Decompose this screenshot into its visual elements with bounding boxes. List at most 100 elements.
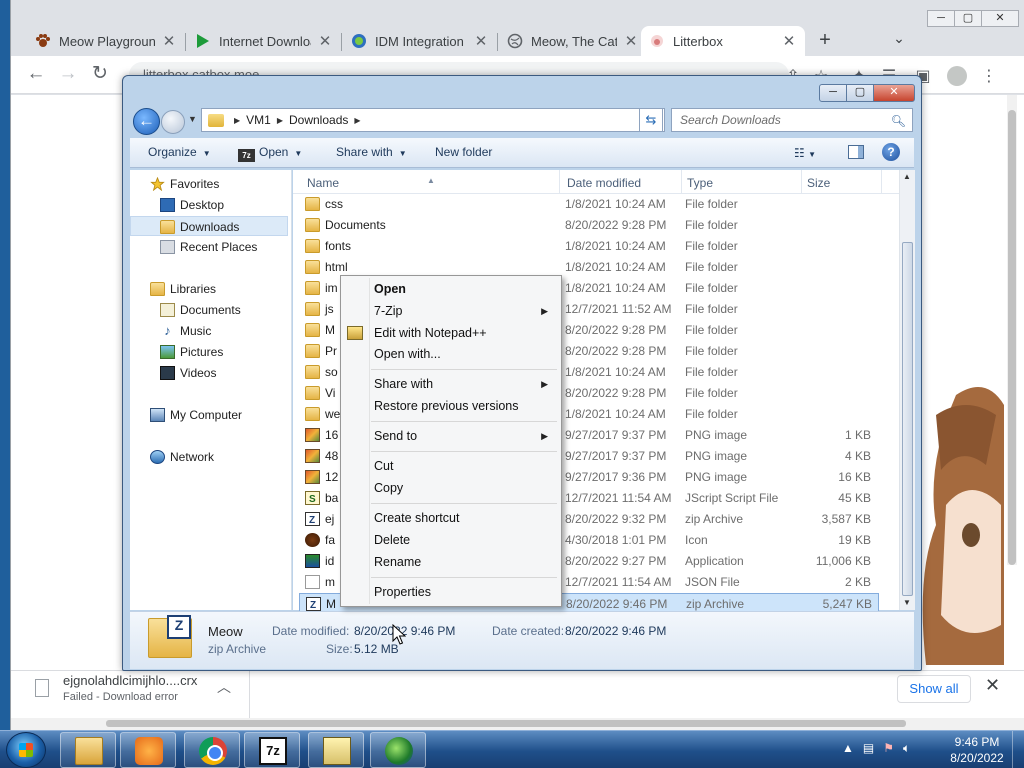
- close-window-button[interactable]: ✕: [981, 10, 1019, 27]
- organize-button[interactable]: Organize ▼: [148, 145, 211, 159]
- nav-network[interactable]: Network: [130, 447, 288, 467]
- scrollbar-thumb[interactable]: [106, 720, 906, 727]
- taskbar-notepad-plus-plus[interactable]: [308, 732, 364, 768]
- volume-icon[interactable]: 🔈︎: [903, 741, 910, 756]
- breadcrumb[interactable]: ▶ VM1 ▶ Downloads ▶ ▼: [201, 108, 665, 132]
- menu-item-rename[interactable]: Rename: [374, 552, 554, 572]
- close-icon[interactable]: ✕: [161, 32, 177, 50]
- horizontal-scrollbar[interactable]: [11, 718, 1024, 730]
- menu-item-create-shortcut[interactable]: Create shortcut: [374, 508, 554, 528]
- menu-item-open[interactable]: Open: [374, 279, 554, 299]
- new-tab-button[interactable]: +: [811, 28, 839, 54]
- menu-kebab-icon[interactable]: ⋮: [979, 66, 999, 85]
- minimize-button[interactable]: ─: [927, 10, 955, 27]
- start-button[interactable]: [6, 732, 46, 768]
- show-all-button[interactable]: Show all: [897, 675, 971, 703]
- close-icon[interactable]: ✕: [781, 32, 797, 50]
- tab-meow-the-cat-pet[interactable]: Meow, The Cat Pet ✕: [499, 26, 647, 56]
- menu-item-edit-notepad[interactable]: Edit with Notepad++: [374, 323, 554, 343]
- file-list-scrollbar[interactable]: ▲ ▼: [899, 170, 915, 610]
- column-divider[interactable]: [801, 170, 802, 194]
- nav-favorites[interactable]: Favorites: [130, 174, 288, 194]
- nav-documents[interactable]: Documents: [130, 300, 288, 320]
- nav-downloads[interactable]: Downloads: [130, 216, 288, 236]
- table-row[interactable]: fonts 1/8/2021 10:24 AM File folder: [299, 236, 879, 257]
- nav-music[interactable]: ♪ Music: [130, 321, 288, 341]
- search-input[interactable]: Search Downloads 🔍︎: [671, 108, 913, 132]
- chevron-up-icon[interactable]: ︿: [217, 677, 231, 697]
- tab-meow-playground[interactable]: Meow Playground ✕: [27, 26, 186, 56]
- forward-arrow-icon[interactable]: [161, 110, 185, 134]
- new-folder-button[interactable]: New folder: [435, 145, 492, 159]
- nav-videos[interactable]: Videos: [130, 363, 288, 383]
- taskbar-explorer[interactable]: [60, 732, 116, 768]
- menu-item-share-with[interactable]: Share with ▶: [374, 374, 554, 394]
- close-icon[interactable]: ✕: [473, 32, 489, 50]
- tab-litterbox[interactable]: Litterbox ✕: [641, 26, 805, 56]
- tray-expand-icon[interactable]: ▲: [842, 741, 854, 756]
- column-divider[interactable]: [881, 170, 882, 194]
- nav-recent-places[interactable]: Recent Places: [130, 237, 288, 257]
- table-row[interactable]: Documents 8/20/2022 9:28 PM File folder: [299, 215, 879, 236]
- menu-item-copy[interactable]: Copy: [374, 478, 554, 498]
- tab-idm-integration[interactable]: IDM Integration Module ✕: [343, 26, 498, 56]
- help-icon[interactable]: ?: [882, 143, 900, 161]
- forward-arrow-icon[interactable]: →: [57, 64, 79, 86]
- profile-avatar[interactable]: [947, 66, 967, 86]
- menu-item-properties[interactable]: Properties: [374, 582, 554, 602]
- column-size[interactable]: Size: [807, 176, 830, 190]
- maximize-button[interactable]: ▢: [954, 10, 982, 27]
- close-icon[interactable]: ✕: [985, 675, 1000, 696]
- table-row[interactable]: css 1/8/2021 10:24 AM File folder: [299, 194, 879, 215]
- menu-item-send-to[interactable]: Send to ▶: [374, 426, 554, 446]
- tab-internet-download-manager[interactable]: Internet Download Manager ✕: [187, 26, 342, 56]
- scroll-down-arrow-icon[interactable]: ▼: [903, 598, 911, 607]
- close-icon[interactable]: ✕: [623, 32, 639, 50]
- column-name[interactable]: Name: [307, 176, 339, 190]
- menu-item-delete[interactable]: Delete: [374, 530, 554, 550]
- chevron-right-icon[interactable]: ▶: [277, 116, 283, 125]
- menu-item-restore-previous-versions[interactable]: Restore previous versions: [374, 396, 554, 416]
- search-icon[interactable]: 🔍︎: [891, 110, 906, 132]
- scrollbar-thumb[interactable]: [902, 242, 913, 596]
- refresh-icon[interactable]: ⇆: [639, 108, 663, 132]
- preview-pane-icon[interactable]: [848, 145, 864, 159]
- view-options-icon[interactable]: ☷ ▼: [794, 146, 816, 160]
- nav-libraries[interactable]: Libraries: [130, 279, 288, 299]
- share-with-button[interactable]: Share with ▼: [336, 145, 407, 159]
- back-arrow-icon[interactable]: ←: [25, 64, 47, 86]
- chevron-down-icon[interactable]: ⌄: [887, 30, 911, 52]
- chevron-down-icon[interactable]: ▼: [188, 114, 197, 124]
- breadcrumb-item-downloads[interactable]: Downloads: [289, 113, 348, 127]
- menu-item-7zip[interactable]: 7-Zip ▶: [374, 301, 554, 321]
- breadcrumb-item-vm1[interactable]: VM1: [246, 113, 271, 127]
- taskbar-media-player[interactable]: [120, 732, 176, 768]
- column-divider[interactable]: [559, 170, 560, 194]
- action-center-icon[interactable]: ⚑: [883, 741, 894, 756]
- chevron-right-icon[interactable]: ▶: [234, 116, 240, 125]
- back-arrow-icon[interactable]: ←: [133, 108, 160, 135]
- taskbar-idm[interactable]: [370, 732, 426, 768]
- reload-icon[interactable]: ↻: [89, 64, 111, 86]
- taskbar-7zip[interactable]: 7z: [244, 732, 300, 768]
- scrollbar-thumb[interactable]: [1008, 110, 1016, 565]
- scroll-up-arrow-icon[interactable]: ▲: [903, 172, 911, 181]
- chevron-right-icon[interactable]: ▶: [354, 116, 360, 125]
- close-window-button[interactable]: ✕: [873, 84, 915, 102]
- menu-item-cut[interactable]: Cut: [374, 456, 554, 476]
- taskbar-chrome[interactable]: [184, 732, 240, 768]
- nav-pictures[interactable]: Pictures: [130, 342, 288, 362]
- minimize-button[interactable]: ─: [819, 84, 847, 102]
- nav-desktop[interactable]: Desktop: [130, 195, 288, 215]
- open-button[interactable]: 7z Open ▼: [238, 145, 302, 162]
- page-scrollbar[interactable]: [1007, 95, 1017, 565]
- clock[interactable]: 9:46 PM 8/20/2022: [942, 734, 1012, 766]
- network-tray-icon[interactable]: ▤: [863, 741, 874, 756]
- maximize-button[interactable]: ▢: [846, 84, 874, 102]
- column-date-modified[interactable]: Date modified: [567, 176, 641, 190]
- menu-item-open-with[interactable]: Open with...: [374, 344, 554, 364]
- download-file-name[interactable]: ejgnolahdlcimijhlo....crx: [63, 673, 197, 688]
- show-desktop-button[interactable]: [1012, 731, 1024, 768]
- close-icon[interactable]: ✕: [317, 32, 333, 50]
- column-type[interactable]: Type: [687, 176, 713, 190]
